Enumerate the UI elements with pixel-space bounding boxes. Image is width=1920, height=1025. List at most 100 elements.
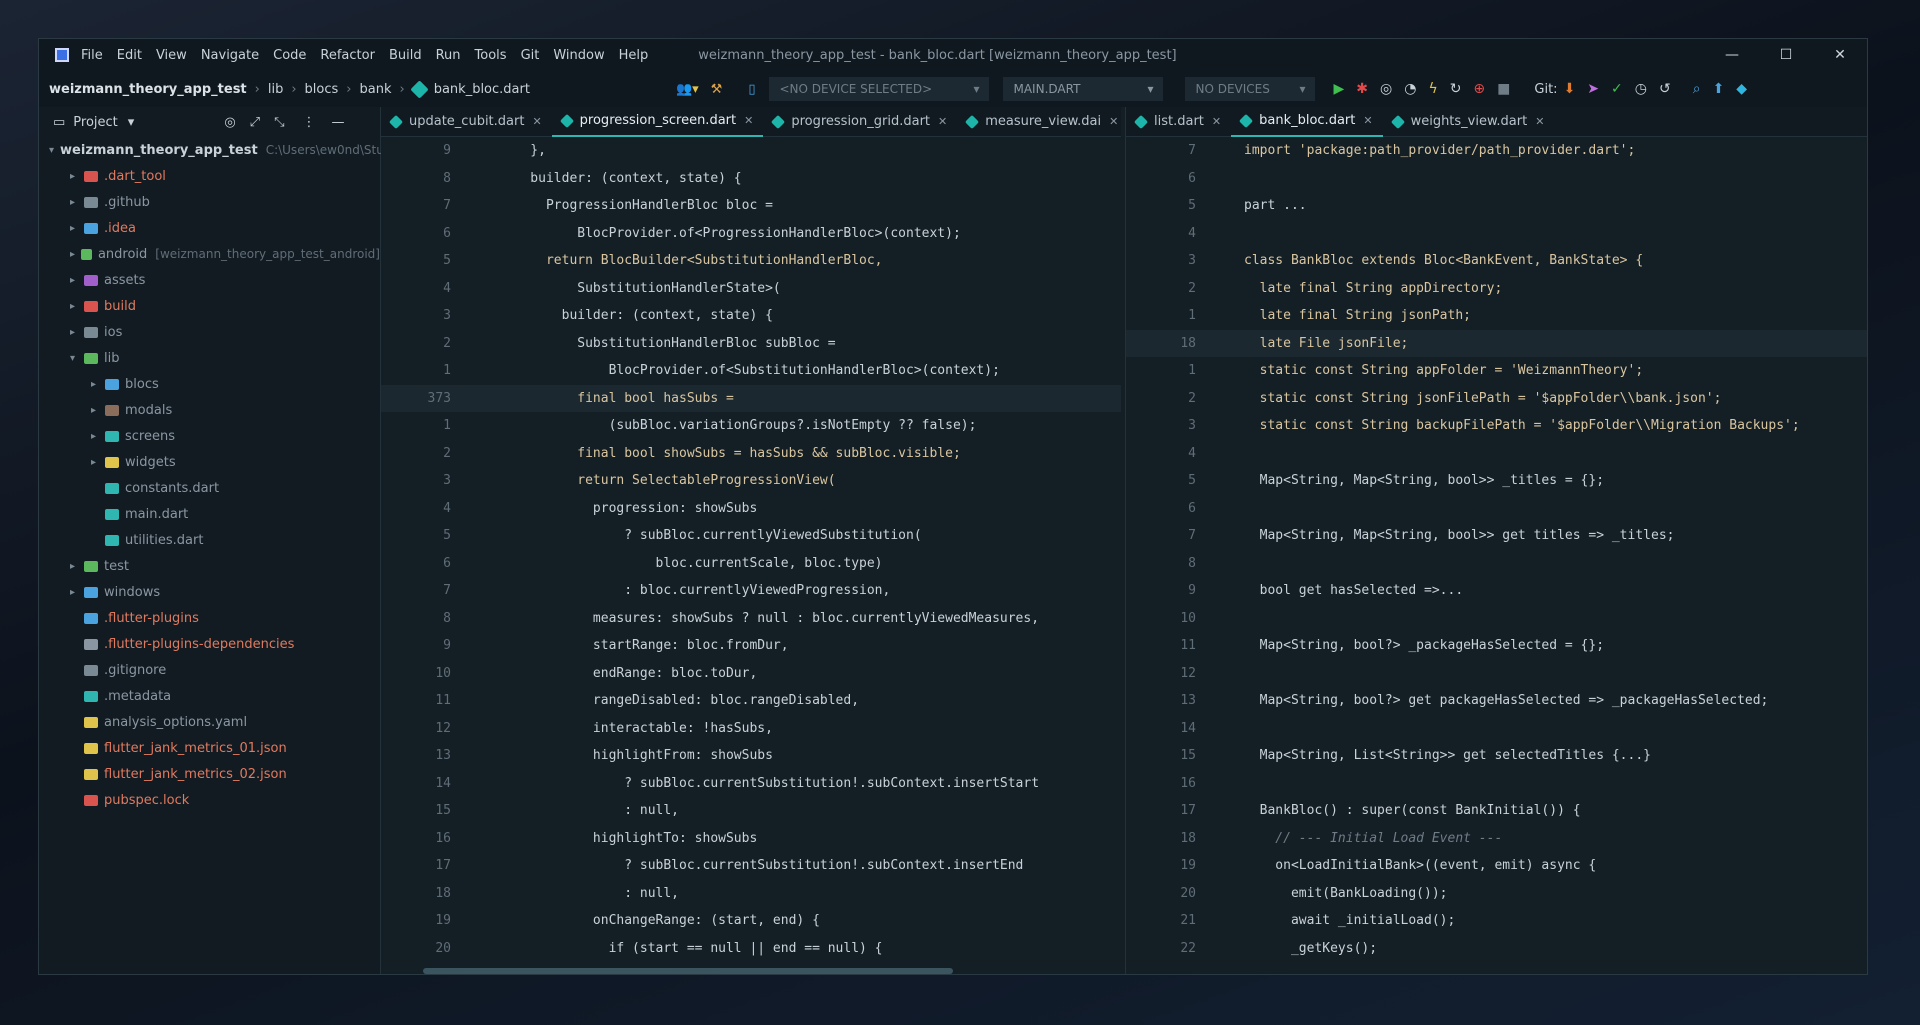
tree-item[interactable]: .flutter-plugins-dependencies bbox=[39, 631, 380, 657]
close-tab-icon[interactable]: ✕ bbox=[1363, 114, 1372, 127]
git-commit-icon[interactable]: ✓ bbox=[1611, 81, 1623, 97]
editor-tab[interactable]: weights_view.dart ✕ bbox=[1383, 107, 1555, 137]
menu-item-code[interactable]: Code bbox=[273, 48, 306, 63]
tree-item[interactable]: flutter_jank_metrics_01.json bbox=[39, 735, 380, 761]
menu-item-run[interactable]: Run bbox=[436, 48, 461, 63]
tree-item[interactable]: flutter_jank_metrics_02.json bbox=[39, 761, 380, 787]
chevron-down-icon[interactable]: ▾ bbox=[128, 115, 135, 130]
breadcrumb-bank[interactable]: bank bbox=[360, 82, 392, 97]
menu-item-edit[interactable]: Edit bbox=[117, 48, 142, 63]
menu-item-git[interactable]: Git bbox=[521, 48, 540, 63]
chevron-icon[interactable]: ▾ bbox=[49, 145, 54, 156]
close-tab-icon[interactable]: ✕ bbox=[532, 115, 541, 128]
tree-item[interactable]: ▸ android [weizmann_theory_app_test_androi… bbox=[39, 241, 380, 267]
close-icon[interactable]: ✕ bbox=[1813, 47, 1867, 63]
horizontal-scrollbar[interactable] bbox=[423, 968, 953, 974]
tree-item[interactable]: ▸ assets bbox=[39, 267, 380, 293]
tree-item[interactable]: ▸ blocs bbox=[39, 371, 380, 397]
editor-tab[interactable]: update_cubit.dart ✕ bbox=[381, 107, 552, 137]
tree-item[interactable]: ▸ modals bbox=[39, 397, 380, 423]
run-icon[interactable]: ▶ bbox=[1333, 81, 1344, 97]
update-icon[interactable]: ⬆ bbox=[1713, 81, 1725, 97]
breadcrumb-project[interactable]: weizmann_theory_app_test bbox=[49, 82, 247, 97]
stop-icon[interactable]: ■ bbox=[1497, 81, 1510, 97]
tree-item[interactable]: constants.dart bbox=[39, 475, 380, 501]
chevron-icon[interactable]: ▸ bbox=[91, 431, 105, 442]
close-tab-icon[interactable]: ✕ bbox=[1535, 115, 1544, 128]
tree-item[interactable]: ▸ test bbox=[39, 553, 380, 579]
history-icon[interactable]: ◷ bbox=[1635, 81, 1647, 97]
chevron-icon[interactable]: ▸ bbox=[91, 405, 105, 416]
user-icon[interactable]: 👥▾ bbox=[676, 82, 699, 97]
menu-item-build[interactable]: Build bbox=[389, 48, 422, 63]
chevron-icon[interactable]: ▸ bbox=[70, 249, 81, 260]
tree-item[interactable]: ▸ .dart_tool bbox=[39, 163, 380, 189]
hide-icon[interactable]: — bbox=[331, 115, 344, 130]
chevron-icon[interactable]: ▸ bbox=[70, 561, 84, 572]
close-tab-icon[interactable]: ✕ bbox=[744, 114, 753, 127]
left-code-area[interactable]: 9 }, 8 builder: (context, state) {7 Progr… bbox=[381, 137, 1121, 962]
project-view-selector[interactable]: Project bbox=[73, 115, 117, 130]
chevron-icon[interactable]: ▸ bbox=[91, 379, 105, 390]
options-icon[interactable]: ⋮ bbox=[302, 115, 315, 130]
chevron-icon[interactable]: ▸ bbox=[70, 223, 84, 234]
breadcrumb-blocs[interactable]: blocs bbox=[305, 82, 339, 97]
tree-item[interactable]: ▸ windows bbox=[39, 579, 380, 605]
git-update-icon[interactable]: ⬇ bbox=[1564, 81, 1576, 97]
breadcrumb-file[interactable]: bank_bloc.dart bbox=[434, 82, 530, 97]
tree-item[interactable]: .gitignore bbox=[39, 657, 380, 683]
maximize-icon[interactable]: ☐ bbox=[1759, 47, 1813, 63]
editor-tab[interactable]: measure_view.dai ✕ bbox=[957, 107, 1128, 137]
minimize-icon[interactable]: — bbox=[1705, 47, 1759, 63]
flutter-icon[interactable]: ◆ bbox=[1736, 81, 1747, 97]
editor-tab[interactable]: list.dart ✕ bbox=[1126, 107, 1231, 137]
chevron-icon[interactable]: ▸ bbox=[70, 275, 84, 286]
menu-item-view[interactable]: View bbox=[156, 48, 187, 63]
tree-item[interactable]: ▸ ios bbox=[39, 319, 380, 345]
chevron-icon[interactable]: ▸ bbox=[70, 171, 84, 182]
debug-icon[interactable]: ✱ bbox=[1356, 81, 1368, 97]
chevron-icon[interactable]: ▸ bbox=[70, 197, 84, 208]
menu-item-help[interactable]: Help bbox=[619, 48, 649, 63]
tree-item[interactable]: main.dart bbox=[39, 501, 380, 527]
git-push-icon[interactable]: ➤ bbox=[1587, 81, 1599, 97]
menu-item-refactor[interactable]: Refactor bbox=[320, 48, 375, 63]
device-selector[interactable]: <NO DEVICE SELECTED> ▾ bbox=[769, 77, 990, 101]
tree-item[interactable]: ▸ .github bbox=[39, 189, 380, 215]
right-code-area[interactable]: 7 import 'package:path_provider/path_prov… bbox=[1126, 137, 1867, 962]
tree-item[interactable]: ▾ weizmann_theory_app_test C:\Users\ew0nd\… bbox=[39, 137, 401, 163]
close-tab-icon[interactable]: ✕ bbox=[1212, 115, 1221, 128]
chevron-icon[interactable]: ▸ bbox=[70, 587, 84, 598]
hammer-icon[interactable]: ⚒ bbox=[711, 82, 723, 97]
coverage-icon[interactable]: ◎ bbox=[1380, 81, 1392, 97]
menu-item-navigate[interactable]: Navigate bbox=[201, 48, 259, 63]
menu-item-tools[interactable]: Tools bbox=[475, 48, 507, 63]
tree-item[interactable]: .metadata bbox=[39, 683, 380, 709]
expand-icon[interactable]: ⤢ bbox=[250, 115, 260, 130]
chevron-icon[interactable]: ▸ bbox=[70, 327, 84, 338]
editor-tab[interactable]: progression_screen.dart ✕ bbox=[551, 107, 764, 137]
tree-item[interactable]: analysis_options.yaml bbox=[39, 709, 380, 735]
tree-item[interactable]: ▾ lib bbox=[39, 345, 380, 371]
collapse-icon[interactable]: ⤡ bbox=[274, 115, 284, 130]
search-icon[interactable]: ⌕ bbox=[1693, 81, 1701, 97]
menu-item-window[interactable]: Window bbox=[553, 48, 604, 63]
hot-restart-icon[interactable]: ↻ bbox=[1450, 81, 1462, 97]
tree-item[interactable]: ▸ screens bbox=[39, 423, 380, 449]
tree-item[interactable]: .flutter-plugins bbox=[39, 605, 380, 631]
locate-icon[interactable]: ◎ bbox=[224, 115, 235, 130]
editor-tab[interactable]: bank_bloc.dart ✕ bbox=[1231, 107, 1383, 137]
no-devices-selector[interactable]: NO DEVICES ▾ bbox=[1185, 77, 1316, 101]
chevron-icon[interactable]: ▸ bbox=[91, 457, 105, 468]
attach-icon[interactable]: ⊕ bbox=[1473, 81, 1485, 97]
editor-tab[interactable]: progression_grid.dart ✕ bbox=[763, 107, 957, 137]
tree-item[interactable]: ▸ build bbox=[39, 293, 380, 319]
tree-item[interactable]: ▸ widgets bbox=[39, 449, 380, 475]
run-config-selector[interactable]: MAIN.DART ▾ bbox=[1003, 77, 1164, 101]
tree-item[interactable]: utilities.dart bbox=[39, 527, 380, 553]
menu-item-file[interactable]: File bbox=[81, 48, 103, 63]
close-tab-icon[interactable]: ✕ bbox=[938, 115, 947, 128]
chevron-icon[interactable]: ▸ bbox=[70, 301, 84, 312]
tree-item[interactable]: ▸ .idea bbox=[39, 215, 380, 241]
breadcrumb-lib[interactable]: lib bbox=[268, 82, 283, 97]
